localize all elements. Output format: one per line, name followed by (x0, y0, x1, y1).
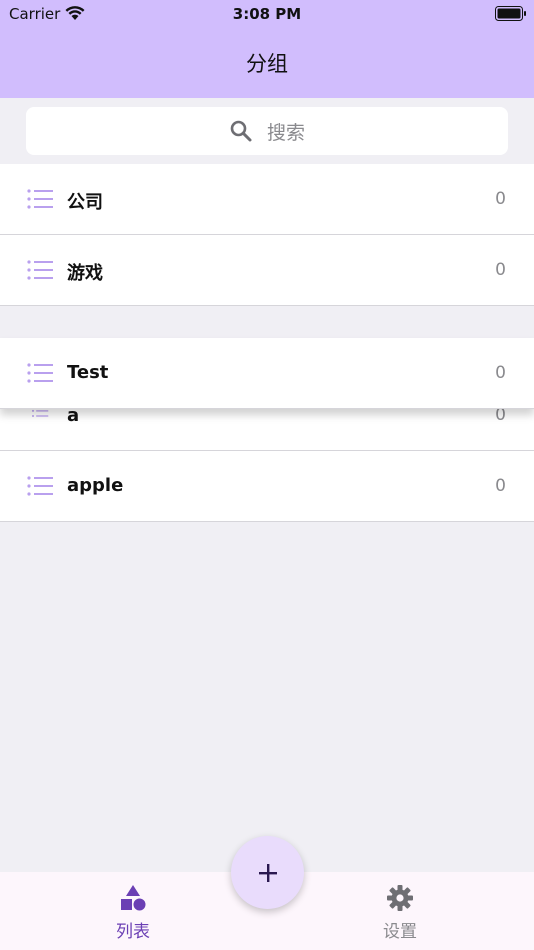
battery-icon (495, 6, 526, 21)
tab-list[interactable]: 列表 (73, 872, 193, 950)
list-item-dragging[interactable]: Test 0 (0, 338, 534, 409)
page-title: 分组 (246, 52, 288, 76)
app-header: Carrier 3:08 PM 分组 (0, 0, 534, 98)
group-name: Test (67, 362, 109, 383)
tab-settings-label: 设置 (383, 922, 417, 942)
plus-icon (258, 863, 277, 882)
list-icon (27, 363, 53, 383)
gear-icon (387, 885, 413, 911)
group-name: 游戏 (67, 263, 103, 284)
tab-list-label: 列表 (116, 922, 150, 942)
group-name: 公司 (67, 192, 103, 213)
status-time: 3:08 PM (232, 5, 302, 23)
group-count: 0 (495, 363, 506, 383)
group-count: 0 (495, 260, 506, 280)
group-count: 0 (495, 476, 506, 496)
search-input[interactable]: 搜索 (267, 118, 305, 145)
list-item[interactable]: apple 0 (0, 451, 534, 522)
group-count: 0 (495, 189, 506, 209)
list-icon (27, 260, 53, 280)
list-item[interactable]: a 0 (0, 405, 534, 451)
list-icon (27, 476, 53, 496)
status-bar: Carrier 3:08 PM (0, 0, 534, 28)
shapes-icon (121, 885, 146, 911)
list-item[interactable]: 公司 0 (0, 164, 534, 235)
list-icon (31, 409, 49, 418)
search-icon (230, 120, 252, 142)
group-name: apple (67, 475, 124, 496)
list-item[interactable]: 游戏 0 (0, 235, 534, 306)
search-bar[interactable]: 搜索 (26, 107, 508, 155)
list-icon (27, 189, 53, 209)
tab-settings[interactable]: 设置 (340, 872, 460, 950)
add-group-button[interactable] (231, 836, 304, 909)
